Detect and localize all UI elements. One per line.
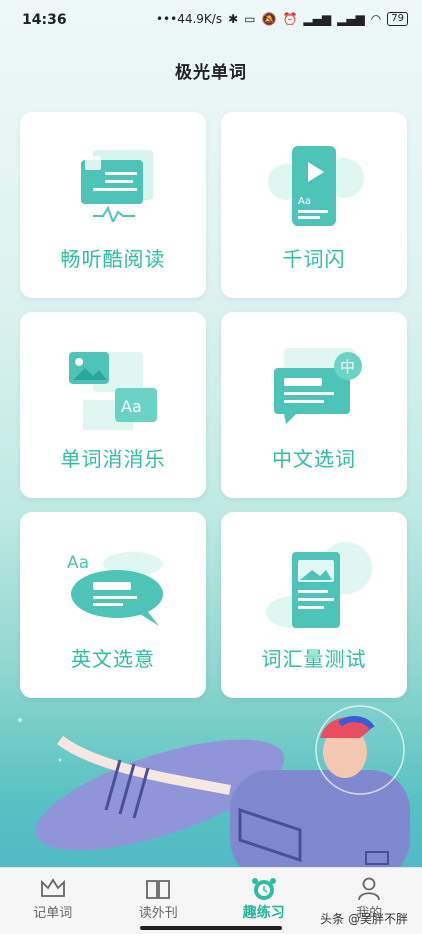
tab-fun-practice[interactable]: 趣练习 bbox=[211, 868, 317, 934]
battery-icon: 79 bbox=[387, 12, 408, 26]
tab-label: 读外刊 bbox=[139, 902, 178, 921]
status-icons: •••44.9K/s ✱ ▭ 🔕 ⏰ ▂▄▆ ▂▄▆ ◠ 79 bbox=[156, 12, 408, 26]
svg-text:Aa: Aa bbox=[67, 553, 89, 573]
card-word-flash[interactable]: Aa 千词闪 bbox=[221, 112, 407, 298]
book-icon bbox=[144, 876, 172, 902]
bluetooth-icon: ✱ bbox=[228, 12, 238, 26]
watermark: 头条 @吴胖不胖 bbox=[320, 910, 408, 927]
status-bar: 14:36 •••44.9K/s ✱ ▭ 🔕 ⏰ ▂▄▆ ▂▄▆ ◠ 79 bbox=[0, 0, 422, 40]
person-icon bbox=[355, 876, 383, 902]
status-time: 14:36 bbox=[22, 12, 67, 28]
network-speed: •••44.9K/s bbox=[156, 12, 222, 26]
reading-illustration bbox=[63, 142, 163, 222]
svg-text:中: 中 bbox=[340, 358, 355, 376]
svg-text:Aa: Aa bbox=[121, 397, 142, 416]
phone-play-illustration: Aa bbox=[264, 142, 364, 232]
mute-icon: 🔕 bbox=[262, 12, 277, 26]
character-illustration bbox=[0, 700, 422, 870]
card-vocab-test[interactable]: 词汇量测试 bbox=[221, 512, 407, 698]
card-word-match[interactable]: Aa 单词消消乐 bbox=[20, 312, 206, 498]
card-label: 英文选意 bbox=[20, 643, 206, 672]
tab-memorize-words[interactable]: 记单词 bbox=[0, 868, 106, 934]
signal-icon: ▂▄▆ bbox=[303, 12, 331, 26]
tab-label: 记单词 bbox=[33, 902, 72, 921]
card-label: 词汇量测试 bbox=[221, 643, 407, 672]
card-label: 中文选词 bbox=[221, 443, 407, 472]
card-label: 单词消消乐 bbox=[20, 443, 206, 472]
card-chinese-choice[interactable]: 中 中文选词 bbox=[221, 312, 407, 498]
alarm-clock-icon bbox=[250, 876, 278, 902]
signal-icon-2: ▂▄▆ bbox=[337, 12, 365, 26]
card-english-meaning[interactable]: Aa 英文选意 bbox=[20, 512, 206, 698]
card-listening-reading[interactable]: 畅听酷阅读 bbox=[20, 112, 206, 298]
tab-read-journals[interactable]: 读外刊 bbox=[106, 868, 212, 934]
crown-icon bbox=[39, 876, 67, 902]
wifi-icon: ◠ bbox=[371, 12, 381, 26]
tab-label: 趣练习 bbox=[243, 902, 285, 922]
svg-text:Aa: Aa bbox=[298, 196, 311, 207]
vocab-test-illustration bbox=[264, 542, 374, 632]
card-label: 千词闪 bbox=[221, 243, 407, 272]
english-bubble-illustration: Aa bbox=[63, 542, 173, 632]
vibrate-icon: ▭ bbox=[244, 12, 255, 26]
card-label: 畅听酷阅读 bbox=[20, 243, 206, 272]
chinese-chat-illustration: 中 bbox=[264, 342, 374, 432]
alarm-icon: ⏰ bbox=[282, 12, 297, 26]
home-indicator[interactable] bbox=[140, 926, 282, 930]
image-aa-illustration: Aa bbox=[63, 342, 163, 432]
page-title: 极光单词 bbox=[0, 58, 422, 83]
